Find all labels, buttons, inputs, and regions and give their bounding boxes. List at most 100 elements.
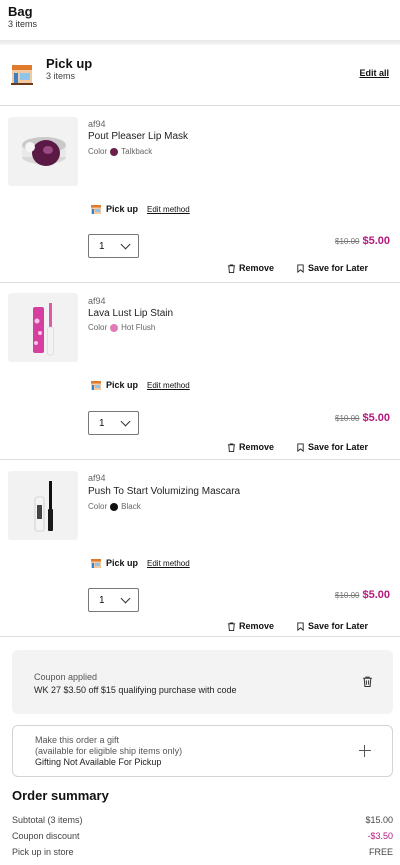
method-label: Pick up <box>106 204 139 214</box>
header-divider <box>0 40 400 45</box>
product-image[interactable] <box>8 293 78 362</box>
item-count: 3 items <box>8 19 38 29</box>
gift-title: Make this order a gift <box>35 735 120 745</box>
cart-item: af94 Lava Lust Lip Stain Color Hot Flush… <box>0 283 400 460</box>
quantity-select[interactable]: 1 <box>88 234 139 258</box>
quantity-value: 1 <box>99 240 105 252</box>
item-actions: Remove Save for Later <box>227 621 368 631</box>
remove-button[interactable]: Remove <box>227 263 274 273</box>
pickup-section-header: Pick up 3 items Edit all <box>0 50 400 106</box>
summary-value: -$3.50 <box>367 831 393 841</box>
product-image[interactable] <box>8 117 78 186</box>
quantity-value: 1 <box>99 594 105 606</box>
pickup-title: Pick up <box>46 56 93 71</box>
color-label: Color <box>88 323 108 332</box>
coupon-label: Coupon applied <box>34 672 98 682</box>
item-actions: Remove Save for Later <box>227 442 368 452</box>
summary-label: Coupon discount <box>12 831 80 841</box>
cart-item: af94 Pout Pleaser Lip Mask Color Talkbac… <box>0 106 400 283</box>
chevron-down-icon <box>120 593 131 603</box>
original-price: $10.00 <box>335 591 360 600</box>
gift-note: (available for eligible ship items only) <box>35 746 183 756</box>
coupon-text: WK 27 $3.50 off $15 qualifying purchase … <box>34 685 237 695</box>
remove-label: Remove <box>239 263 275 273</box>
store-icon <box>11 65 33 85</box>
remove-label: Remove <box>239 621 275 631</box>
summary-row: Coupon discount -$3.50 <box>12 831 393 841</box>
color-label: Color <box>88 502 108 511</box>
fulfillment-method: Pick up Edit method <box>91 204 190 214</box>
product-name[interactable]: Lava Lust Lip Stain <box>88 308 173 319</box>
edit-method-link[interactable]: Edit method <box>147 205 190 214</box>
color-name: Black <box>121 502 141 511</box>
product-brand: af94 <box>88 296 106 306</box>
color-label: Color <box>88 147 108 156</box>
page-title: Bag <box>8 4 33 19</box>
bag-header: Bag 3 items <box>0 0 400 40</box>
method-label: Pick up <box>106 380 139 390</box>
price: $10.00 $5.00 <box>335 412 390 424</box>
trash-icon[interactable] <box>362 676 373 687</box>
color-swatch <box>110 147 119 156</box>
chevron-down-icon <box>120 416 131 426</box>
product-name[interactable]: Pout Pleaser Lip Mask <box>88 131 188 142</box>
remove-button[interactable]: Remove <box>227 621 274 631</box>
sale-price: $5.00 <box>362 589 390 601</box>
summary-value: $15.00 <box>365 815 393 825</box>
trash-icon <box>227 621 236 631</box>
product-brand: af94 <box>88 473 106 483</box>
save-for-later-button[interactable]: Save for Later <box>296 442 368 452</box>
pickup-item-count: 3 items <box>46 71 76 81</box>
summary-value: FREE <box>368 847 393 857</box>
product-brand: af94 <box>88 119 106 129</box>
product-color: Color Hot Flush <box>88 323 155 332</box>
store-icon <box>91 205 101 214</box>
color-swatch <box>110 502 119 511</box>
chevron-down-icon <box>120 239 131 249</box>
product-image[interactable] <box>8 471 78 540</box>
order-summary-title: Order summary <box>12 788 109 803</box>
trash-icon <box>227 442 236 452</box>
trash-icon <box>227 263 236 273</box>
cart-item: af94 Push To Start Volumizing Mascara Co… <box>0 460 400 637</box>
plus-icon[interactable] <box>359 745 371 757</box>
bookmark-icon <box>297 621 304 631</box>
coupon-card: Coupon applied WK 27 $3.50 off $15 quali… <box>12 650 393 714</box>
product-color: Color Black <box>88 502 141 511</box>
save-for-later-label: Save for Later <box>308 442 369 452</box>
color-swatch <box>110 323 119 332</box>
lip-mask-jar-icon <box>22 137 66 166</box>
product-name[interactable]: Push To Start Volumizing Mascara <box>88 486 240 497</box>
color-name: Hot Flush <box>121 323 156 332</box>
sale-price: $5.00 <box>362 235 390 247</box>
color-name: Talkback <box>121 147 153 156</box>
save-for-later-label: Save for Later <box>308 621 369 631</box>
original-price: $10.00 <box>335 414 360 423</box>
store-icon <box>91 381 101 390</box>
price: $10.00 $5.00 <box>335 235 390 247</box>
summary-row: Pick up in store FREE <box>12 847 393 857</box>
mascara-tube-icon <box>34 481 53 532</box>
edit-method-link[interactable]: Edit method <box>147 559 190 568</box>
gift-option-card[interactable]: Make this order a gift (available for el… <box>12 725 393 777</box>
save-for-later-label: Save for Later <box>308 263 369 273</box>
edit-method-link[interactable]: Edit method <box>147 381 190 390</box>
save-for-later-button[interactable]: Save for Later <box>296 263 368 273</box>
lip-stain-tube-icon <box>33 303 54 356</box>
original-price: $10.00 <box>335 237 360 246</box>
gift-unavailable-note: Gifting Not Available For Pickup <box>35 757 162 767</box>
remove-label: Remove <box>239 442 275 452</box>
sale-price: $5.00 <box>362 412 390 424</box>
quantity-select[interactable]: 1 <box>88 588 139 612</box>
fulfillment-method: Pick up Edit method <box>91 380 190 390</box>
edit-all-link[interactable]: Edit all <box>359 68 389 78</box>
summary-row: Subtotal (3 items) $15.00 <box>12 815 393 825</box>
bookmark-icon <box>297 263 304 273</box>
store-icon <box>91 559 101 568</box>
remove-button[interactable]: Remove <box>227 442 274 452</box>
save-for-later-button[interactable]: Save for Later <box>296 621 368 631</box>
fulfillment-method: Pick up Edit method <box>91 558 190 568</box>
quantity-select[interactable]: 1 <box>88 411 139 435</box>
item-actions: Remove Save for Later <box>227 263 368 273</box>
summary-label: Subtotal (3 items) <box>12 815 83 825</box>
